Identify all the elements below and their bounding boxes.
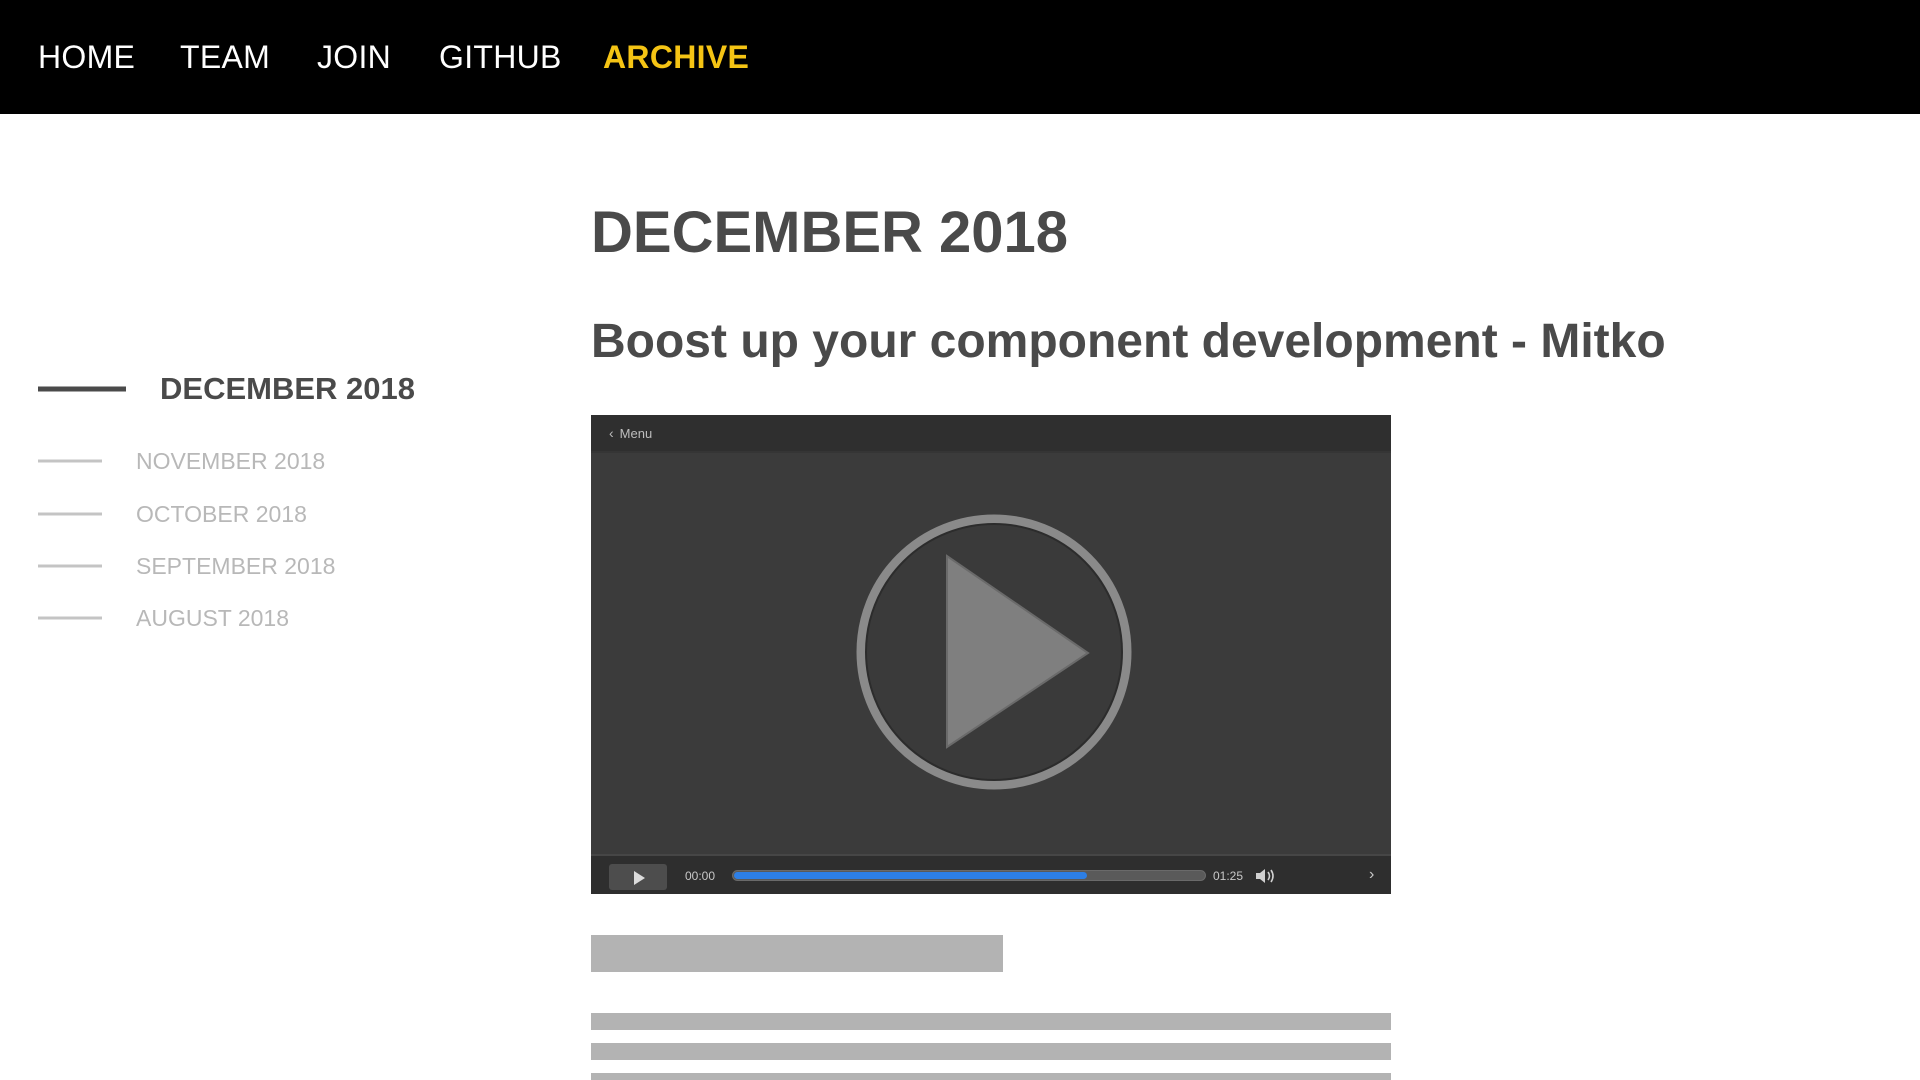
sidebar-item-september-2018[interactable]: SEPTEMBER 2018 [38, 553, 438, 579]
video-player[interactable]: ‹ Menu 00:00 01:25 › [591, 415, 1391, 894]
sidebar-item-indicator [38, 564, 102, 568]
sidebar-item-indicator [38, 386, 126, 392]
post-title: Boost up your component development - Mi… [591, 315, 1666, 368]
sidebar-item-december-2018[interactable]: DECEMBER 2018 [38, 372, 438, 406]
player-menu-label: Menu [619, 426, 653, 441]
chevron-left-icon: ‹ [609, 425, 614, 441]
sidebar-item-label: AUGUST 2018 [136, 605, 289, 631]
player-controls: 00:00 01:25 › [591, 854, 1391, 894]
sidebar-item-november-2018[interactable]: NOVEMBER 2018 [38, 448, 438, 474]
duration-time: 01:25 [1213, 869, 1244, 883]
player-menu-button[interactable]: ‹ Menu [609, 425, 652, 442]
nav-link-team[interactable]: TEAM [180, 39, 270, 75]
sidebar-item-october-2018[interactable]: OCTOBER 2018 [38, 501, 438, 527]
nav-link-archive[interactable]: ARCHIVE [603, 39, 749, 75]
progress-bar[interactable] [732, 870, 1206, 881]
placeholder-text-line [591, 1043, 1391, 1060]
sidebar-item-indicator [38, 616, 102, 620]
page-title: DECEMBER 2018 [591, 200, 1069, 265]
sidebar-item-label: NOVEMBER 2018 [136, 448, 326, 474]
nav-link-github[interactable]: GITHUB [439, 39, 562, 75]
sidebar-item-august-2018[interactable]: AUGUST 2018 [38, 605, 438, 631]
sidebar-item-label: SEPTEMBER 2018 [136, 553, 336, 579]
nav-link-home[interactable]: HOME [38, 39, 135, 75]
progress-bar-fill [734, 872, 1087, 879]
chevron-right-icon[interactable]: › [1369, 866, 1374, 884]
play-icon[interactable] [856, 514, 1132, 790]
player-play-button[interactable] [609, 864, 667, 890]
volume-icon[interactable] [1255, 867, 1277, 885]
sidebar-item-label: OCTOBER 2018 [136, 501, 307, 527]
nav-link-join[interactable]: JOIN [317, 39, 391, 75]
top-navigation-bar: HOME TEAM JOIN GITHUB ARCHIVE [0, 0, 1920, 114]
play-small-icon [634, 871, 645, 885]
player-top-bar: ‹ Menu [591, 415, 1391, 453]
placeholder-heading [591, 935, 1003, 972]
placeholder-text-line [591, 1013, 1391, 1030]
sidebar-item-indicator [38, 512, 102, 516]
sidebar-item-label: DECEMBER 2018 [160, 371, 415, 406]
placeholder-text-line [591, 1073, 1391, 1080]
sidebar-item-indicator [38, 459, 102, 463]
current-time: 00:00 [685, 869, 716, 883]
